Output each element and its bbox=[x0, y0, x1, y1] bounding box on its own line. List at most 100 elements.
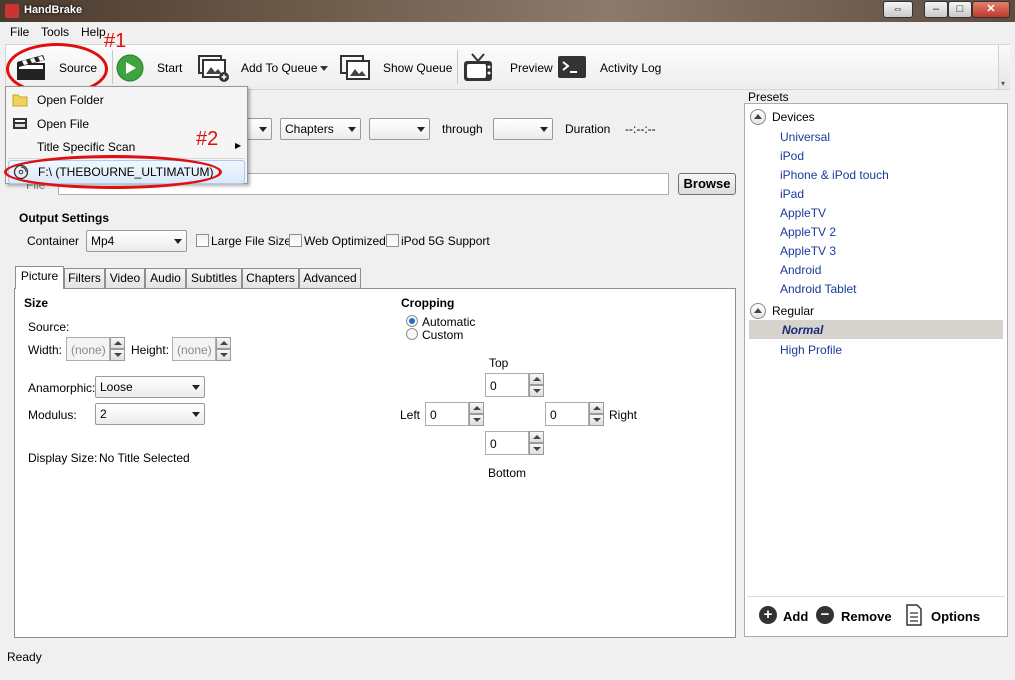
crop-right-stepper[interactable]: 0 bbox=[545, 402, 605, 426]
open-file-label: Open File bbox=[37, 117, 90, 131]
crop-bottom-stepper[interactable]: 0 bbox=[485, 431, 545, 455]
preset-android[interactable]: Android bbox=[780, 263, 821, 277]
chapter-end-combo[interactable] bbox=[493, 118, 553, 140]
toolbar-separator bbox=[457, 50, 458, 84]
annotation-oval-drive bbox=[4, 155, 222, 189]
remove-preset-button[interactable]: − Remove bbox=[816, 606, 896, 626]
crop-bottom-value: 0 bbox=[490, 437, 497, 451]
crop-left-up-button[interactable] bbox=[469, 402, 484, 414]
ipod-support-checkbox[interactable] bbox=[386, 234, 399, 247]
browse-button[interactable]: Browse bbox=[678, 173, 736, 195]
crop-custom-radio[interactable] bbox=[406, 328, 418, 340]
toolbar-overflow-button[interactable]: ▾ bbox=[998, 45, 1010, 89]
devices-group-label[interactable]: Devices bbox=[772, 110, 815, 124]
preset-high-profile[interactable]: High Profile bbox=[780, 343, 842, 357]
crop-bottom-up-button[interactable] bbox=[529, 431, 544, 443]
crop-top-stepper[interactable]: 0 bbox=[485, 373, 545, 397]
menu-item-open-folder[interactable]: Open Folder bbox=[6, 88, 247, 112]
preset-options-button[interactable]: Options bbox=[905, 604, 995, 626]
toolbar: Source Start Add To Queue Show Queue Pre… bbox=[5, 44, 1010, 90]
through-label: through bbox=[442, 122, 483, 136]
width-up-button[interactable] bbox=[110, 337, 125, 349]
height-down-button[interactable] bbox=[216, 349, 231, 361]
crop-automatic-radio[interactable] bbox=[406, 315, 418, 327]
crop-left-stepper[interactable]: 0 bbox=[425, 402, 485, 426]
start-button[interactable]: Start bbox=[114, 51, 186, 85]
devices-collapse-icon[interactable] bbox=[750, 109, 766, 125]
tab-chapters[interactable]: Chapters bbox=[242, 268, 299, 288]
chapters-combo[interactable]: Chapters bbox=[280, 118, 361, 140]
duration-label: Duration bbox=[565, 122, 611, 136]
anamorphic-combo[interactable]: Loose bbox=[95, 376, 205, 398]
regular-collapse-icon[interactable] bbox=[750, 303, 766, 319]
preset-iphone-ipod-touch[interactable]: iPhone & iPod touch bbox=[780, 168, 889, 182]
modulus-combo-value: 2 bbox=[100, 407, 107, 421]
preview-button[interactable]: Preview bbox=[460, 51, 553, 85]
crop-top-down-button[interactable] bbox=[529, 385, 544, 397]
title-specific-scan-label: Title Specific Scan bbox=[37, 140, 136, 154]
crop-bottom-down-button[interactable] bbox=[529, 443, 544, 455]
container-combo-value: Mp4 bbox=[91, 234, 115, 248]
ipod-support-label: iPod 5G Support bbox=[401, 234, 490, 248]
close-button[interactable]: ✕ bbox=[972, 1, 1010, 18]
crop-right-box[interactable]: 0 bbox=[545, 402, 589, 426]
tab-video[interactable]: Video bbox=[105, 268, 145, 288]
width-down-button[interactable] bbox=[110, 349, 125, 361]
chevron-down-icon bbox=[192, 385, 200, 390]
menu-tools[interactable]: Tools bbox=[41, 25, 69, 39]
preset-ipad[interactable]: iPad bbox=[780, 187, 804, 201]
preset-ipod[interactable]: iPod bbox=[780, 149, 804, 163]
chevron-down-icon bbox=[348, 127, 356, 132]
preset-universal[interactable]: Universal bbox=[780, 130, 830, 144]
crop-custom-label: Custom bbox=[422, 328, 464, 342]
height-label: Height: bbox=[131, 343, 170, 357]
regular-group-label[interactable]: Regular bbox=[772, 304, 814, 318]
preset-appletv[interactable]: AppleTV bbox=[780, 206, 826, 220]
chevron-down-icon bbox=[540, 127, 548, 132]
crop-top-value: 0 bbox=[490, 379, 497, 393]
web-optimized-checkbox[interactable] bbox=[289, 234, 302, 247]
crop-left-down-button[interactable] bbox=[469, 414, 484, 426]
chapter-start-combo[interactable] bbox=[369, 118, 430, 140]
crop-right-down-button[interactable] bbox=[589, 414, 604, 426]
crop-left-box[interactable]: 0 bbox=[425, 402, 469, 426]
large-file-checkbox[interactable] bbox=[196, 234, 209, 247]
presets-divider bbox=[747, 596, 1005, 597]
tab-advanced[interactable]: Advanced bbox=[299, 268, 361, 288]
preset-normal-row[interactable]: Normal bbox=[749, 320, 1003, 339]
width-stepper[interactable]: (none) bbox=[66, 337, 126, 361]
crop-bottom-box[interactable]: 0 bbox=[485, 431, 529, 455]
anamorphic-combo-value: Loose bbox=[100, 380, 133, 394]
width-label: Width: bbox=[28, 343, 63, 357]
minimize-button[interactable]: – bbox=[924, 1, 948, 18]
overflow-arrow-icon: ▾ bbox=[1001, 79, 1006, 88]
tab-subtitles[interactable]: Subtitles bbox=[186, 268, 242, 288]
modulus-combo[interactable]: 2 bbox=[95, 403, 205, 425]
handbrake-app-icon bbox=[5, 4, 19, 18]
crop-right-up-button[interactable] bbox=[589, 402, 604, 414]
chevron-down-icon[interactable] bbox=[320, 66, 328, 71]
presets-heading: Presets bbox=[748, 90, 789, 104]
add-preset-button[interactable]: + Add bbox=[759, 606, 809, 626]
height-up-button[interactable] bbox=[216, 337, 231, 349]
submenu-arrow-icon: ▶ bbox=[235, 141, 242, 150]
show-queue-button[interactable]: Show Queue bbox=[336, 51, 454, 85]
preset-normal: Normal bbox=[782, 323, 824, 337]
tab-filters[interactable]: Filters bbox=[64, 268, 105, 288]
add-to-queue-button[interactable]: Add To Queue bbox=[194, 51, 328, 85]
preset-android-tablet[interactable]: Android Tablet bbox=[780, 282, 857, 296]
crop-top-up-button[interactable] bbox=[529, 373, 544, 385]
restore-icon[interactable]: ⇔ bbox=[883, 1, 913, 18]
container-combo[interactable]: Mp4 bbox=[86, 230, 187, 252]
menu-file[interactable]: File bbox=[10, 25, 29, 39]
crop-top-box[interactable]: 0 bbox=[485, 373, 529, 397]
tab-audio[interactable]: Audio bbox=[145, 268, 186, 288]
height-stepper[interactable]: (none) bbox=[172, 337, 232, 361]
maximize-button[interactable]: □ bbox=[948, 1, 972, 18]
activity-log-button[interactable]: Activity Log bbox=[554, 51, 664, 85]
annotation-label-2: #2 bbox=[196, 128, 219, 150]
tab-picture[interactable]: Picture bbox=[15, 266, 64, 289]
menu-help[interactable]: Help bbox=[81, 25, 106, 39]
preset-appletv-3[interactable]: AppleTV 3 bbox=[780, 244, 836, 258]
preset-appletv-2[interactable]: AppleTV 2 bbox=[780, 225, 836, 239]
